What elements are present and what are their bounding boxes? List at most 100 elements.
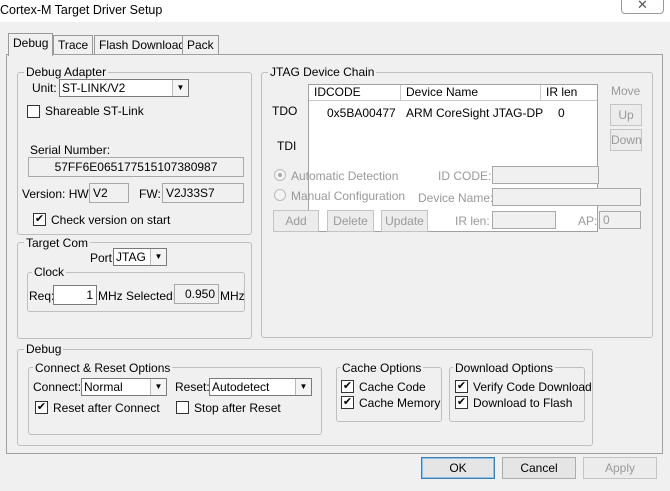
debug-options-label: Debug xyxy=(24,342,64,356)
close-icon: ✕ xyxy=(637,0,648,12)
debug-adapter-label: Debug Adapter xyxy=(24,65,109,79)
cell-device-name: ARM CoreSight JTAG-DP xyxy=(406,106,544,120)
update-button[interactable]: Update xyxy=(381,210,428,232)
serial-number-label: Serial Number: xyxy=(30,143,111,157)
selected-unit-label: MHz xyxy=(220,289,245,303)
verify-code-download-checkbox[interactable]: ✔ xyxy=(455,380,468,393)
device-name-input[interactable] xyxy=(492,188,641,206)
check-icon: ✔ xyxy=(34,213,45,225)
unit-select-value: ST-LINK/V2 xyxy=(62,81,126,95)
selected-clock-field: 0.950 xyxy=(174,284,219,304)
automatic-detection-label: Automatic Detection xyxy=(291,169,399,183)
target-com-label: Target Com xyxy=(24,236,91,250)
version-hw-label: Version: HW: xyxy=(22,187,92,201)
verify-code-download-label: Verify Code Download xyxy=(473,380,592,394)
reset-after-connect-checkbox[interactable]: ✔ xyxy=(35,401,48,414)
jtag-device-chain-label: JTAG Device Chain xyxy=(268,65,377,79)
shareable-stlink-checkbox[interactable] xyxy=(27,105,40,118)
fw-label: FW: xyxy=(139,187,161,201)
close-button[interactable]: ✕ xyxy=(621,0,664,14)
tab-flash-download[interactable]: Flash Download xyxy=(94,35,191,55)
chevron-down-icon: ▼ xyxy=(172,80,188,96)
tab-debug-label: Debug xyxy=(13,36,49,50)
cell-ir-len: 0 xyxy=(558,106,565,120)
unit-label: Unit: xyxy=(32,81,57,95)
id-code-label: ID CODE: xyxy=(438,169,492,183)
connect-select[interactable]: Normal ▼ xyxy=(81,378,167,396)
check-icon: ✔ xyxy=(342,380,353,392)
apply-button[interactable]: Apply xyxy=(583,457,657,479)
connect-label: Connect: xyxy=(33,380,82,394)
cell-idcode: 0x5BA00477 xyxy=(327,106,396,120)
tab-debug[interactable]: Debug xyxy=(8,33,54,56)
chevron-down-icon: ▼ xyxy=(150,249,166,265)
cache-code-checkbox[interactable]: ✔ xyxy=(341,380,354,393)
ok-button[interactable]: OK xyxy=(421,457,495,479)
clock-label: Clock xyxy=(32,265,67,279)
automatic-detection-radio[interactable] xyxy=(274,169,286,181)
stop-after-reset-label: Stop after Reset xyxy=(194,401,281,415)
serial-number-field: 57FF6E065177515107380987 xyxy=(28,157,244,177)
id-code-input[interactable] xyxy=(492,166,599,184)
chevron-down-icon: ▼ xyxy=(295,379,311,395)
reset-label: Reset: xyxy=(175,380,210,394)
tab-pack-label: Pack xyxy=(187,38,214,52)
column-header-ir-len[interactable]: IR len xyxy=(541,85,597,101)
move-label: Move xyxy=(611,84,641,98)
port-select[interactable]: JTAG ▼ xyxy=(113,248,167,266)
download-options-group xyxy=(449,367,585,422)
ir-len-label: IR len: xyxy=(455,214,490,228)
hw-version-field: V2 xyxy=(89,183,129,203)
check-icon: ✔ xyxy=(342,396,353,408)
selected-label: Selected: xyxy=(126,289,177,303)
reset-select-value: Autodetect xyxy=(212,380,270,394)
unit-select[interactable]: ST-LINK/V2 ▼ xyxy=(59,79,189,97)
tab-pack[interactable]: Pack xyxy=(182,35,219,55)
cache-memory-checkbox[interactable]: ✔ xyxy=(341,396,354,409)
download-to-flash-checkbox[interactable]: ✔ xyxy=(455,396,468,409)
check-icon: ✔ xyxy=(456,396,467,408)
shareable-stlink-label: Shareable ST-Link xyxy=(45,104,144,118)
move-down-button[interactable]: Down xyxy=(610,129,642,151)
tab-flash-download-label: Flash Download xyxy=(99,38,186,52)
window-title: Cortex-M Target Driver Setup xyxy=(0,3,163,17)
download-options-label: Download Options xyxy=(453,361,556,375)
req-label: Req: xyxy=(29,289,55,303)
cancel-button[interactable]: Cancel xyxy=(502,457,576,479)
req-unit-label: MHz xyxy=(98,289,123,303)
download-to-flash-label: Download to Flash xyxy=(473,396,573,410)
add-button[interactable]: Add xyxy=(273,210,319,232)
cache-code-label: Cache Code xyxy=(359,380,426,394)
cache-options-label: Cache Options xyxy=(340,361,424,375)
cache-options-group xyxy=(336,367,442,422)
move-up-button[interactable]: Up xyxy=(610,104,642,126)
check-version-label: Check version on start xyxy=(51,213,171,227)
table-row[interactable]: 0x5BA00477 ARM CoreSight JTAG-DP 0 xyxy=(309,105,597,123)
reset-select[interactable]: Autodetect ▼ xyxy=(209,378,312,396)
ap-label: AP: xyxy=(578,214,598,228)
cache-memory-label: Cache Memory xyxy=(359,396,441,410)
connect-select-value: Normal xyxy=(84,380,123,394)
column-header-idcode[interactable]: IDCODE xyxy=(309,85,401,101)
ir-len-input[interactable] xyxy=(492,211,556,229)
ap-input[interactable]: 0 xyxy=(599,211,641,229)
manual-configuration-label: Manual Configuration xyxy=(291,189,406,203)
device-name-label: Device Name: xyxy=(418,191,494,205)
manual-configuration-radio[interactable] xyxy=(274,189,286,201)
column-header-device-name[interactable]: Device Name xyxy=(401,85,541,101)
check-version-checkbox[interactable]: ✔ xyxy=(33,213,46,226)
check-icon: ✔ xyxy=(36,401,47,413)
connect-reset-label: Connect & Reset Options xyxy=(33,361,173,375)
req-clock-input[interactable]: 1 xyxy=(53,285,97,305)
tab-trace[interactable]: Trace xyxy=(53,35,94,55)
fw-version-field: V2J33S7 xyxy=(162,183,244,203)
chevron-down-icon: ▼ xyxy=(150,379,166,395)
port-label: Port: xyxy=(90,251,116,265)
stop-after-reset-checkbox[interactable] xyxy=(176,401,189,414)
port-select-value: JTAG xyxy=(116,250,146,264)
reset-after-connect-label: Reset after Connect xyxy=(53,401,160,415)
tab-trace-label: Trace xyxy=(58,38,89,52)
tdo-label: TDO xyxy=(272,104,298,118)
delete-button[interactable]: Delete xyxy=(327,210,374,232)
check-icon: ✔ xyxy=(456,380,467,392)
